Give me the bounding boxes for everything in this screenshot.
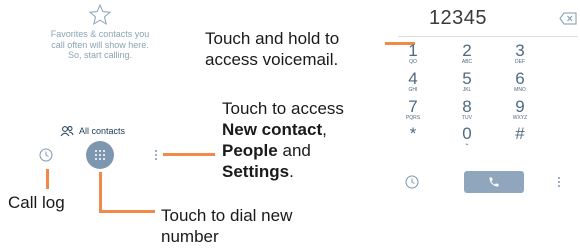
key-letters: QO [409,59,417,65]
dialpad-key[interactable]: 3 DEF [500,42,540,65]
more-vert-icon[interactable] [153,148,159,162]
dialpad-key[interactable]: 9 WXYZ [500,98,540,121]
dialed-number: 12345 [428,7,488,29]
favorites-empty-message: Favorites & contacts you call often will… [50,29,150,60]
phone-icon [489,177,499,187]
key-digit: 2 [462,41,472,60]
key-letters: JKL [462,87,472,93]
display-divider [398,36,578,37]
callout-line-call-log [46,169,49,189]
key-letters: MNO [514,87,526,93]
dialpad-key[interactable]: 0 + [447,125,487,148]
dialpad-key[interactable]: 5 JKL [447,70,487,93]
key-digit: 9 [515,97,525,116]
call-button[interactable] [464,171,524,193]
dialpad-key[interactable]: 8 TUV [447,98,487,121]
dialpad-button[interactable] [86,141,114,169]
contacts-icon [60,126,74,137]
annotation-call-log: Call log [8,193,65,212]
key-letters: GHI [408,87,418,93]
annotation-new-contact: Touch to access New contact, People and … [222,99,344,181]
dialpad-key[interactable]: 2 ABC [447,42,487,65]
dialpad-key[interactable]: 4 GHI [393,70,433,93]
star-icon [88,3,112,26]
key-digit: 7 [408,97,418,116]
more-vert-icon[interactable] [556,175,562,189]
callout-line-dial-horizontal [99,210,155,213]
dialpad-key[interactable]: # [500,125,540,148]
key-digit: 6 [515,69,525,88]
callout-line-menu [163,153,215,156]
key-digit: # [515,124,525,143]
all-contacts-button[interactable]: All contacts [60,123,125,139]
key-letters: + [465,142,469,148]
key-digit: 0 [462,124,472,143]
key-digit: 1 [408,41,418,60]
dialpad-key[interactable]: * [393,125,433,148]
key-digit: * [409,124,417,143]
dialpad-icon [95,150,105,160]
key-digit: 4 [408,69,418,88]
key-letters: ABC [461,59,473,65]
annotation-dial-new: Touch to dial new number [161,206,293,246]
clock-icon[interactable] [405,175,419,189]
all-contacts-label: All contacts [79,126,126,136]
annotation-voicemail: Touch and hold to access voicemail. [205,29,340,69]
callout-line-dial-vertical [99,172,102,212]
key-letters: DEF [515,59,525,65]
backspace-icon[interactable] [559,12,577,25]
key-letters: PQRS [405,115,421,121]
key-digit: 3 [515,41,525,60]
dialpad-key[interactable]: 1 QO [393,42,433,65]
key-digit: 5 [462,69,472,88]
dialpad-key[interactable]: 6 MNO [500,70,540,93]
clock-icon[interactable] [39,148,53,162]
key-letters: WXYZ [512,115,528,121]
key-letters: TUV [462,115,472,121]
dialpad-key[interactable]: 7 PQRS [393,98,433,121]
key-digit: 8 [462,97,472,116]
